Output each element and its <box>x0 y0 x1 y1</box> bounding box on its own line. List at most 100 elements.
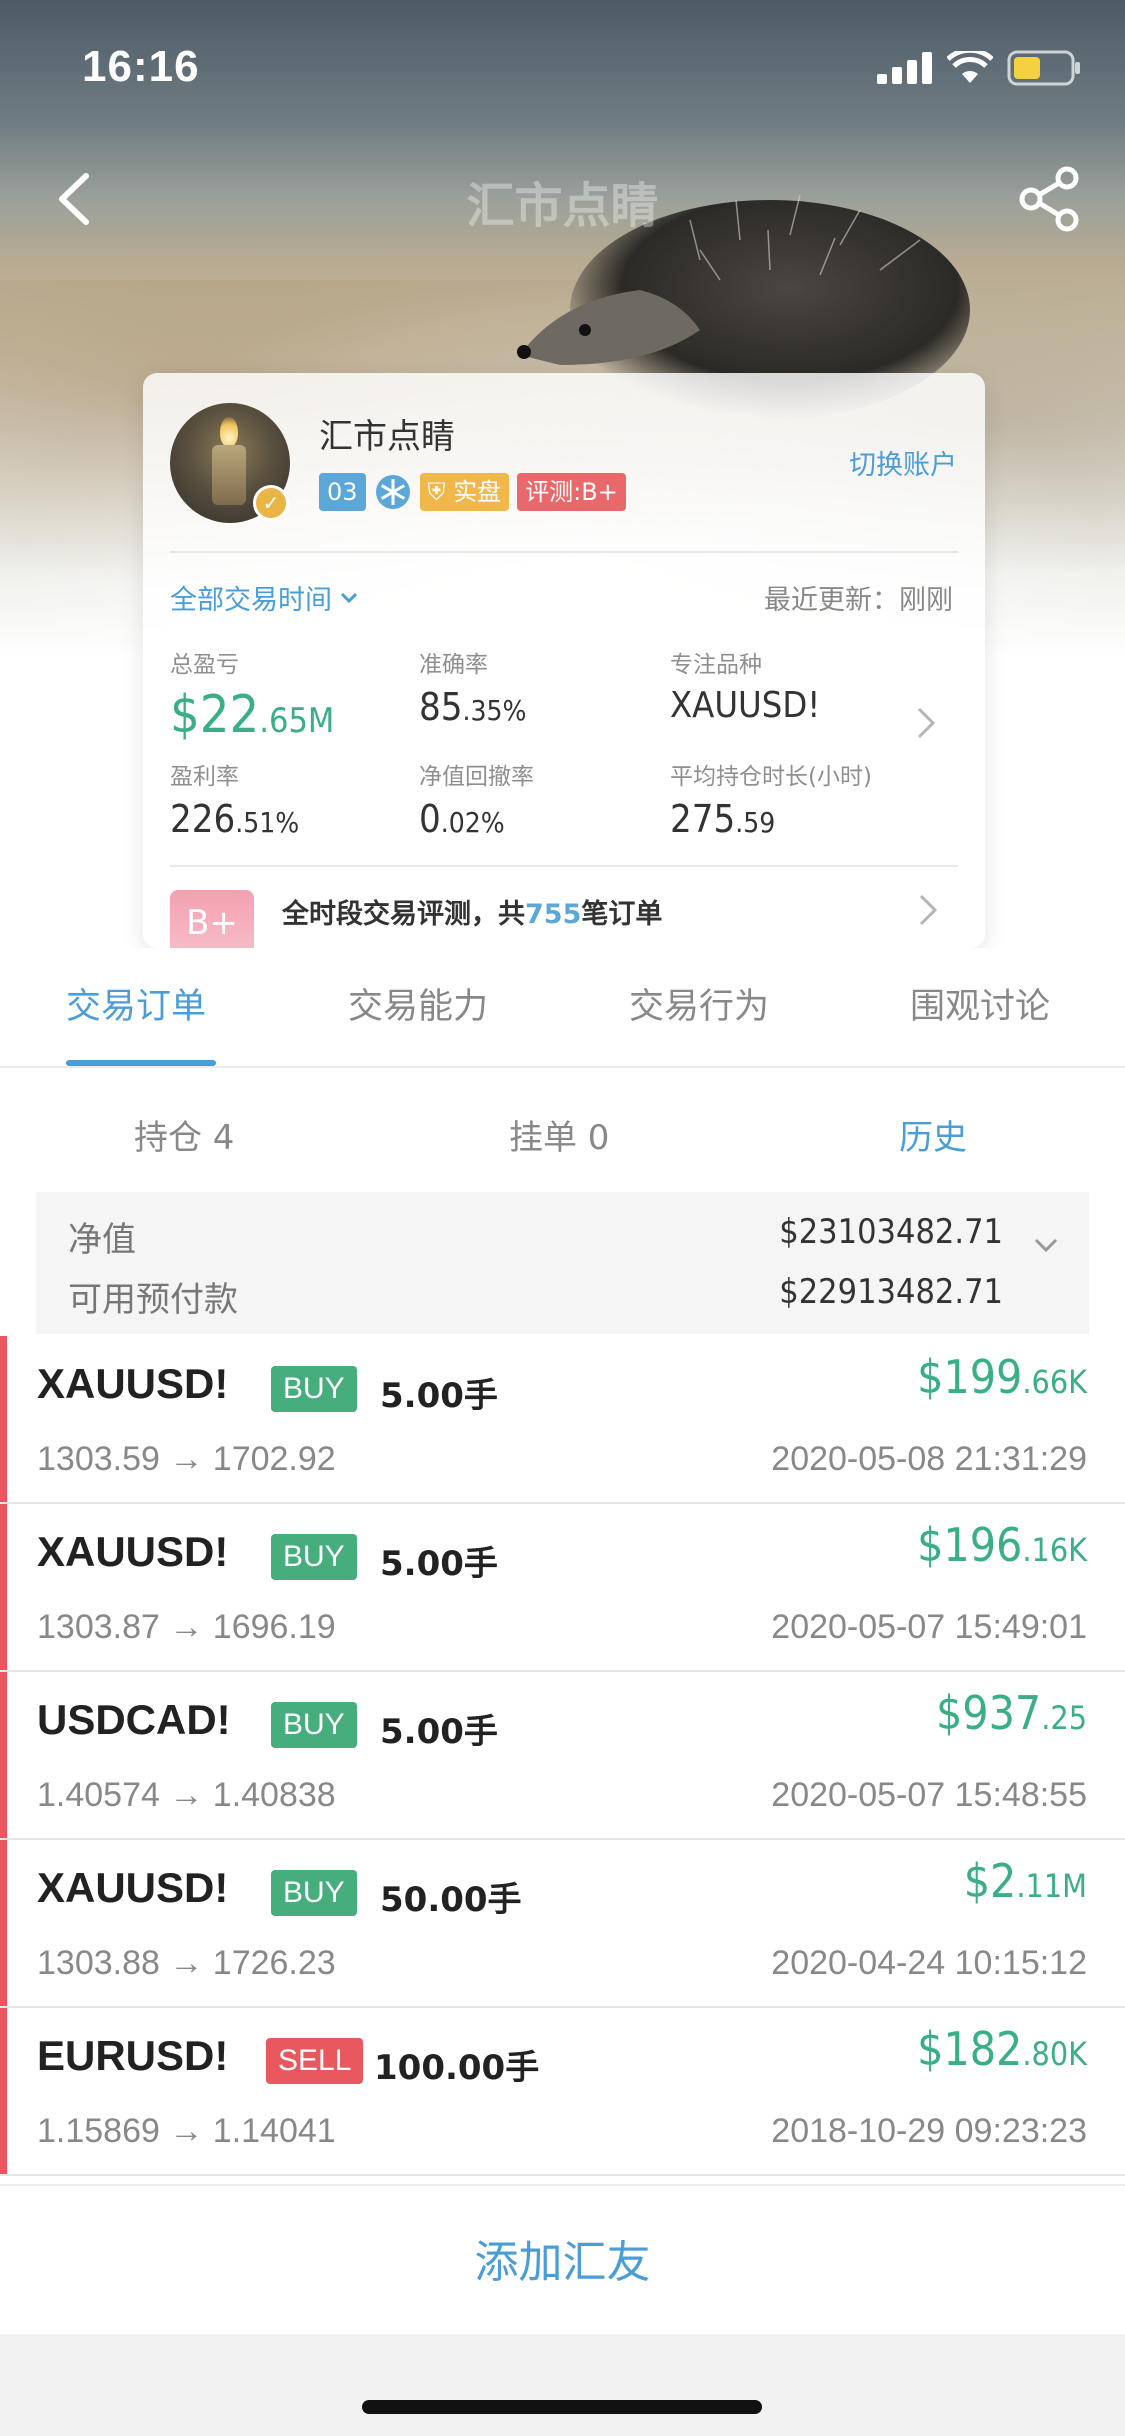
subtab-pending[interactable]: 挂单 0 <box>509 1110 609 1159</box>
subtab-history[interactable]: 历史 <box>899 1110 967 1159</box>
chevron-right-icon <box>919 894 938 926</box>
order-time: 2020-05-07 15:49:01 <box>771 1608 1087 1646</box>
order-side-badge: BUY <box>271 1870 357 1916</box>
username: 汇市点睛 <box>319 417 455 457</box>
chevron-right-icon[interactable] <box>913 703 939 743</box>
order-symbol: USDCAD! <box>37 1696 231 1743</box>
available-margin-label: 可用预付款 <box>68 1280 238 1320</box>
navigation-bar: 汇市点睛 <box>0 150 1125 250</box>
order-side-indicator <box>0 2008 7 2174</box>
order-prices: 1303.87 → 1696.19 <box>37 1608 336 1646</box>
order-pnl: $182.80K <box>917 2022 1087 2076</box>
stat-value: 85.35% <box>419 685 527 729</box>
order-side-badge: SELL <box>266 2038 364 2084</box>
order-prices: 1303.88 → 1726.23 <box>37 1944 336 1982</box>
stat-label: 盈利率 <box>170 764 239 790</box>
stat-profit-rate: 盈利率 226.51% <box>170 757 299 841</box>
equity-value: $23103482.71 <box>779 1212 1003 1252</box>
candle-graphic <box>212 445 246 505</box>
order-time: 2020-05-08 21:31:29 <box>771 1440 1087 1478</box>
order-pnl: $2.11M <box>963 1854 1087 1908</box>
add-friend-button[interactable]: 添加汇友 <box>0 2226 1125 2290</box>
shield-check-icon: ⛨ <box>427 478 446 506</box>
stat-label: 平均持仓时长(小时) <box>670 764 872 790</box>
order-lots: 5.00手 <box>380 1544 498 1584</box>
evaluation-grade-badge: B+ <box>170 890 254 948</box>
stat-value: $22.65M <box>170 685 335 745</box>
order-lots: 5.00手 <box>380 1376 498 1416</box>
available-margin-value: $22913482.71 <box>779 1272 1003 1312</box>
stat-value: 0.02% <box>419 797 505 841</box>
order-row[interactable]: XAUUSD! BUY 5.00手 $199.66K 1303.59 → 170… <box>0 1336 1125 1504</box>
order-prices: 1.40574 → 1.40838 <box>37 1776 336 1814</box>
order-time: 2018-10-29 09:23:23 <box>771 2112 1087 2150</box>
equity-label: 净值 <box>68 1220 136 1260</box>
verified-icon: ✓ <box>253 485 289 521</box>
stat-value: XAUUSD! <box>670 685 821 726</box>
status-time: 16:16 <box>82 42 200 91</box>
home-indicator-area <box>0 2334 1125 2436</box>
order-row[interactable]: XAUUSD! BUY 50.00手 $2.11M 1303.88 → 1726… <box>0 1840 1125 2008</box>
stat-value: 226.51% <box>170 797 300 841</box>
order-side-indicator <box>0 1504 7 1670</box>
order-side-indicator <box>0 1336 7 1502</box>
stat-label: 专注品种 <box>670 652 762 678</box>
real-account-label: 实盘 <box>453 478 502 506</box>
order-row[interactable]: USDCAD! BUY 5.00手 $937.25 1.40574 → 1.40… <box>0 1672 1125 1840</box>
divider <box>170 551 958 553</box>
page-title: 汇市点睛 <box>466 178 659 234</box>
home-indicator[interactable] <box>362 2400 762 2414</box>
order-lots: 100.00手 <box>374 2048 540 2088</box>
order-lots: 50.00手 <box>380 1880 522 1920</box>
battery-icon <box>1007 50 1080 86</box>
last-update-text: 最近更新：刚刚 <box>764 585 953 616</box>
order-prices: 1303.59 → 1702.92 <box>37 1440 336 1478</box>
wifi-icon <box>947 51 993 83</box>
order-time: 2020-05-07 15:48:55 <box>771 1776 1087 1814</box>
rating-badge: 评测:B+ <box>517 473 626 511</box>
stat-focus-symbol[interactable]: 专注品种 XAUUSD! <box>670 645 820 726</box>
order-symbol: XAUUSD! <box>37 1864 229 1911</box>
active-tab-indicator <box>66 1060 216 1066</box>
order-side-badge: BUY <box>271 1702 357 1748</box>
level-badge: 03 <box>319 473 366 511</box>
divider <box>170 865 958 867</box>
order-subtabs: 持仓 4 挂单 0 历史 <box>0 1070 1125 1190</box>
tab-orders[interactable]: 交易订单 <box>66 978 206 1029</box>
stat-value: 275.59 <box>670 797 776 841</box>
order-prices: 1.15869 → 1.14041 <box>37 2112 336 2150</box>
order-symbol: EURUSD! <box>37 2032 229 2079</box>
time-filter-label: 全部交易时间 <box>170 585 332 616</box>
order-side-indicator <box>0 1672 7 1838</box>
badge-row: 03 ⛨ 实盘 评测:B+ <box>319 473 626 511</box>
evaluation-text: 全时段交易评测，共755笔订单 <box>282 899 663 930</box>
chevron-down-icon[interactable] <box>1031 1230 1061 1260</box>
order-side-indicator <box>0 1840 7 2006</box>
tab-discussion[interactable]: 围观讨论 <box>910 978 1050 1029</box>
status-icons <box>877 50 1081 86</box>
order-side-badge: BUY <box>271 1366 357 1412</box>
status-bar: 16:16 <box>0 0 1125 140</box>
subtab-positions[interactable]: 持仓 4 <box>134 1110 234 1159</box>
order-row[interactable]: XAUUSD! BUY 5.00手 $196.16K 1303.87 → 169… <box>0 1504 1125 1672</box>
switch-account-link[interactable]: 切换账户 <box>849 443 957 482</box>
time-filter-dropdown[interactable]: 全部交易时间 <box>170 578 360 617</box>
chevron-down-icon <box>340 592 358 603</box>
stat-drawdown: 净值回撤率 0.02% <box>419 757 534 841</box>
order-list: XAUUSD! BUY 5.00手 $199.66K 1303.59 → 170… <box>0 1336 1125 2176</box>
order-lots: 5.00手 <box>380 1712 498 1752</box>
tab-ability[interactable]: 交易能力 <box>348 978 488 1029</box>
tab-behavior[interactable]: 交易行为 <box>629 978 769 1029</box>
main-tabs: 交易订单 交易能力 交易行为 围观讨论 <box>0 948 1125 1068</box>
available-margin-row: 可用预付款 $22913482.71 <box>68 1272 1003 1321</box>
share-button[interactable] <box>1015 164 1085 234</box>
order-pnl: $199.66K <box>917 1350 1087 1404</box>
evaluation-order-count: 755 <box>525 899 582 930</box>
order-row[interactable]: EURUSD! SELL 100.00手 $182.80K 1.15869 → … <box>0 2008 1125 2176</box>
order-side-badge: BUY <box>271 1534 357 1580</box>
account-summary[interactable]: 净值 $23103482.71 可用预付款 $22913482.71 <box>36 1192 1089 1334</box>
order-time: 2020-04-24 10:15:12 <box>771 1944 1087 1982</box>
cellular-signal-icon <box>877 52 932 84</box>
stat-accuracy: 准确率 85.35% <box>419 645 526 729</box>
evaluation-row[interactable]: B+ 全时段交易评测，共755笔订单 <box>170 870 958 948</box>
